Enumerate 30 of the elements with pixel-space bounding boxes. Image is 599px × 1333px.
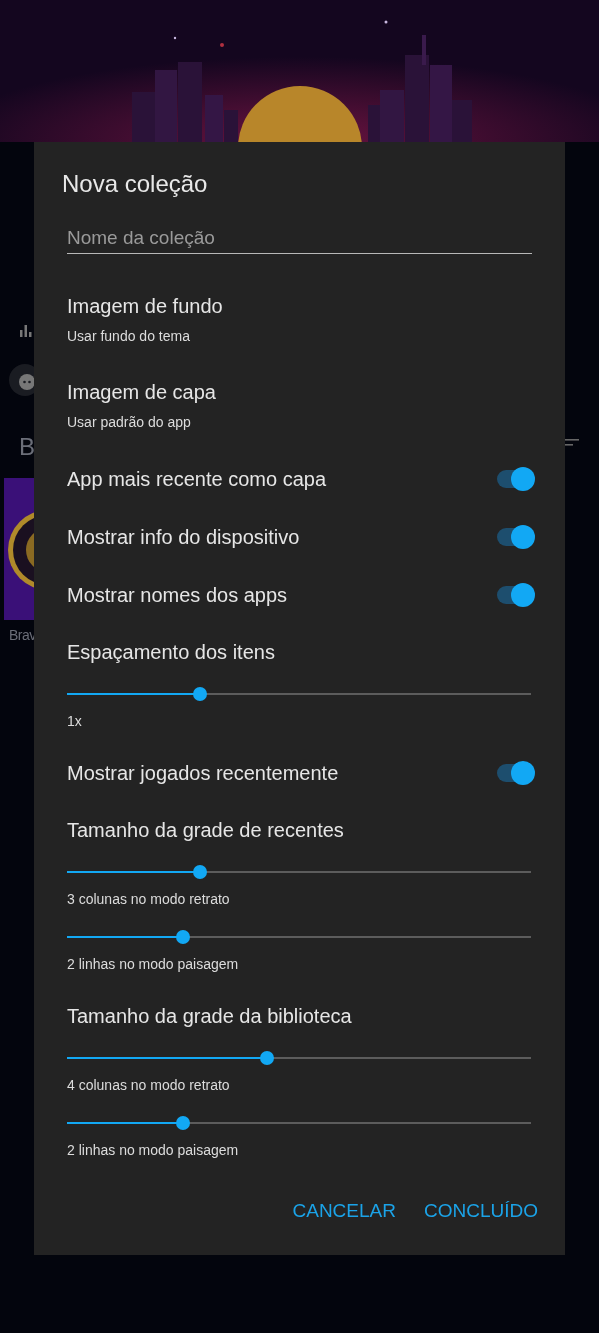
setting-label: Mostrar jogados recentemente [67,761,339,785]
setting-label: Tamanho da grade de recentes [67,818,345,842]
sort-icon[interactable] [565,439,579,447]
slider-thumb[interactable] [193,687,208,701]
slider-thumb[interactable] [259,1051,274,1065]
setting-option[interactable]: Imagem de capa Usar padrão do app [67,380,532,431]
dialog-button[interactable]: CANCELAR [282,1191,406,1231]
dialog-button[interactable]: CONCLUÍDO [414,1191,548,1231]
setting-label: Mostrar info do dispositivo [67,525,300,549]
slider-value: 2 linhas no modo paisagem [67,1141,240,1159]
setting-label: Espaçamento dos itens [67,640,276,664]
setting-label: Mostrar nomes dos apps [67,583,288,607]
slider-thumb[interactable] [193,865,208,879]
toggle-switch[interactable] [497,586,533,604]
slider-value: 3 colunas no modo retrato [67,890,231,908]
name-field[interactable]: Nome da coleção [67,222,532,254]
section-title: B [19,434,35,460]
toggle-switch[interactable] [497,764,533,782]
slider-value: 1x [67,712,83,730]
toggle-switch[interactable] [497,470,533,488]
bar-chart-icon[interactable] [20,323,32,337]
dialog-title: Nova coleção [62,170,209,198]
setting-label: App mais recente como capa [67,467,327,491]
slider-thumb[interactable] [176,930,190,944]
slider-value: 2 linhas no modo paisagem [67,955,240,973]
setting-label: Tamanho da grade da biblioteca [67,1004,353,1028]
slider-thumb[interactable] [176,1116,190,1130]
toggle-switch[interactable] [497,528,533,546]
slider-value: 4 colunas no modo retrato [67,1076,231,1094]
setting-option[interactable]: Imagem de fundo Usar fundo do tema [67,294,532,345]
